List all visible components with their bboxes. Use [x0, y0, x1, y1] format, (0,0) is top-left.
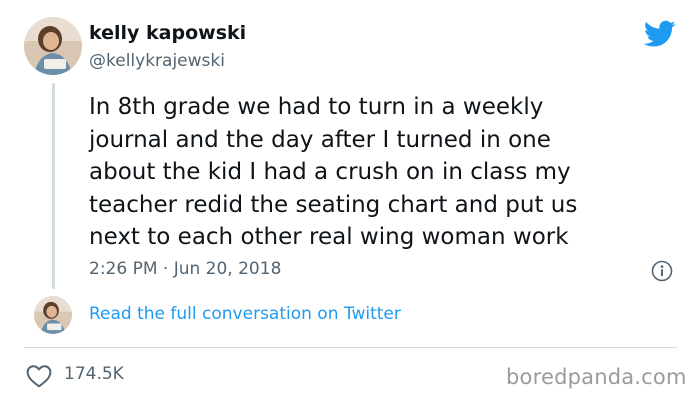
divider	[24, 347, 677, 348]
thread-line	[52, 83, 55, 289]
read-conversation-link[interactable]: Read the full conversation on Twitter	[89, 304, 401, 324]
heart-icon[interactable]	[26, 364, 52, 388]
tweet-card: kelly kapowski @kellykrajewski In 8th gr…	[0, 0, 700, 400]
author-handle[interactable]: @kellykrajewski	[89, 51, 225, 71]
author-avatar[interactable]	[24, 17, 82, 75]
like-count: 174.5K	[64, 364, 124, 384]
watermark: boredpanda.com	[506, 365, 687, 389]
tweet-text: In 8th grade we had to turn in a weekly …	[89, 94, 578, 251]
conversation-avatar[interactable]	[34, 296, 72, 334]
tweet-timestamp[interactable]: 2:26 PM · Jun 20, 2018	[89, 259, 281, 279]
info-icon[interactable]	[651, 260, 673, 282]
twitter-bird-icon[interactable]	[643, 20, 676, 48]
author-display-name[interactable]: kelly kapowski	[89, 22, 246, 44]
